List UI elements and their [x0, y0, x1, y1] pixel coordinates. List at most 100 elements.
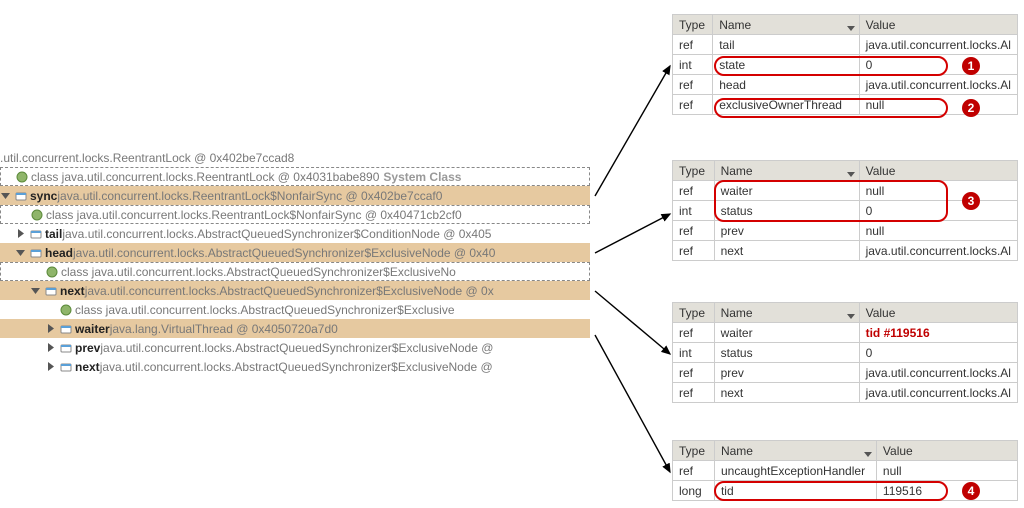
table-row[interactable]: refprevjava.util.concurrent.locks.Al: [673, 363, 1018, 383]
cell-value: java.util.concurrent.locks.Al: [859, 383, 1017, 403]
tree-node-detail: java.lang.VirtualThread @ 0x4050720a7d0: [110, 322, 338, 336]
field-icon: [29, 246, 42, 259]
cell-name: waiter: [714, 181, 859, 201]
cell-name: prev: [714, 221, 859, 241]
tree-node-name: prev: [75, 341, 100, 355]
cell-value: tid #119516: [859, 323, 1017, 343]
tree-node-name: sync: [30, 189, 57, 203]
cell-name: status: [714, 343, 859, 363]
cell-name: next: [714, 241, 859, 261]
tree-row[interactable]: prev java.util.concurrent.locks.Abstract…: [0, 338, 590, 357]
class-icon: [30, 208, 43, 221]
col-header-name[interactable]: Name: [714, 161, 859, 181]
cell-type: ref: [673, 181, 715, 201]
class-icon: [45, 265, 58, 278]
cell-name: uncaughtExceptionHandler: [714, 461, 876, 481]
sort-indicator-icon: [847, 21, 855, 35]
tree-node-detail: java.util.concurrent.locks.AbstractQueue…: [85, 284, 494, 298]
cell-value: java.util.concurrent.locks.Al: [859, 35, 1017, 55]
cell-type: int: [673, 201, 715, 221]
tree-twisty-icon[interactable]: [45, 361, 56, 372]
cell-name: exclusiveOwnerThread: [713, 95, 859, 115]
table-row[interactable]: intstatus0: [673, 343, 1018, 363]
tree-node-detail: class java.util.concurrent.locks.Abstrac…: [61, 265, 456, 279]
sort-indicator-icon: [847, 167, 855, 181]
col-header-type[interactable]: Type: [673, 161, 715, 181]
cell-value: 0: [859, 201, 1017, 221]
cell-value: 0: [859, 55, 1017, 75]
col-header-name[interactable]: Name: [713, 15, 859, 35]
tree-node-detail: java.util.concurrent.locks.AbstractQueue…: [73, 246, 495, 260]
tree-root-row[interactable]: .util.concurrent.locks.ReentrantLock @ 0…: [0, 148, 590, 167]
tree-row[interactable]: class java.util.concurrent.locks.Abstrac…: [0, 300, 590, 319]
col-header-type[interactable]: Type: [673, 15, 713, 35]
system-class-tag: System Class: [383, 170, 461, 184]
tree-node-detail: class java.util.concurrent.locks.Abstrac…: [75, 303, 455, 317]
tree-row[interactable]: head java.util.concurrent.locks.Abstract…: [0, 243, 590, 262]
tree-node-detail: java.util.concurrent.locks.AbstractQueue…: [100, 341, 493, 355]
annotation-badge-4: 4: [962, 482, 980, 500]
cell-type: ref: [673, 75, 713, 95]
field-icon: [59, 341, 72, 354]
tree-twisty-icon[interactable]: [0, 190, 11, 201]
field-icon: [59, 322, 72, 335]
cell-name: waiter: [714, 323, 859, 343]
cell-value: 0: [859, 343, 1017, 363]
tree-twisty-icon: [16, 209, 27, 220]
table-row[interactable]: refheadjava.util.concurrent.locks.Al: [673, 75, 1018, 95]
col-header-value[interactable]: Value: [859, 15, 1017, 35]
tree-node-detail: java.util.concurrent.locks.ReentrantLock…: [57, 189, 442, 203]
tree-twisty-icon[interactable]: [15, 228, 26, 239]
tree-row[interactable]: class java.util.concurrent.locks.Reentra…: [0, 205, 590, 224]
cell-name: status: [714, 201, 859, 221]
tree-twisty-icon: [1, 171, 12, 182]
cell-type: ref: [673, 221, 715, 241]
cell-name: state: [713, 55, 859, 75]
tree-row[interactable]: next java.util.concurrent.locks.Abstract…: [0, 357, 590, 376]
table-row[interactable]: refnextjava.util.concurrent.locks.Al: [673, 383, 1018, 403]
tree-row[interactable]: waiter java.lang.VirtualThread @ 0x40507…: [0, 319, 590, 338]
tree-twisty-icon[interactable]: [15, 247, 26, 258]
sort-indicator-icon: [847, 309, 855, 323]
tree-twisty-icon[interactable]: [30, 285, 41, 296]
table-row[interactable]: refprevnull: [673, 221, 1018, 241]
cell-value: java.util.concurrent.locks.Al: [859, 363, 1017, 383]
cell-type: int: [673, 343, 715, 363]
cell-value: java.util.concurrent.locks.Al: [859, 75, 1017, 95]
col-header-type[interactable]: Type: [673, 441, 715, 461]
cell-type: ref: [673, 95, 713, 115]
table-row[interactable]: refwaitertid #119516: [673, 323, 1018, 343]
cell-type: ref: [673, 35, 713, 55]
sort-indicator-icon: [864, 447, 872, 461]
col-header-value[interactable]: Value: [876, 441, 1017, 461]
tree-row[interactable]: class java.util.concurrent.locks.Abstrac…: [0, 262, 590, 281]
cell-name: tid: [714, 481, 876, 501]
tree-row[interactable]: class java.util.concurrent.locks.Reentra…: [0, 167, 590, 186]
col-header-value[interactable]: Value: [859, 303, 1017, 323]
col-header-type[interactable]: Type: [673, 303, 715, 323]
tree-root-label: .util.concurrent.locks.ReentrantLock @ 0…: [0, 151, 294, 165]
tree-row[interactable]: sync java.util.concurrent.locks.Reentran…: [0, 186, 590, 205]
cell-value: 119516: [876, 481, 1017, 501]
cell-name: next: [714, 383, 859, 403]
table-row[interactable]: reftailjava.util.concurrent.locks.Al: [673, 35, 1018, 55]
field-icon: [44, 284, 57, 297]
cell-name: tail: [713, 35, 859, 55]
class-icon: [15, 170, 28, 183]
col-header-name[interactable]: Name: [714, 303, 859, 323]
table-row[interactable]: refnextjava.util.concurrent.locks.Al: [673, 241, 1018, 261]
cell-type: ref: [673, 323, 715, 343]
tree-twisty-icon[interactable]: [45, 342, 56, 353]
tree-row[interactable]: tail java.util.concurrent.locks.Abstract…: [0, 224, 590, 243]
tree-node-name: next: [60, 284, 85, 298]
field-icon: [29, 227, 42, 240]
tree-node-detail: java.util.concurrent.locks.AbstractQueue…: [62, 227, 491, 241]
tree-twisty-icon[interactable]: [45, 323, 56, 334]
cell-name: head: [713, 75, 859, 95]
col-header-name[interactable]: Name: [714, 441, 876, 461]
annotation-badge-1: 1: [962, 57, 980, 75]
tree-row[interactable]: next java.util.concurrent.locks.Abstract…: [0, 281, 590, 300]
col-header-value[interactable]: Value: [859, 161, 1017, 181]
properties-table-3: TypeNameValuerefwaitertid #119516intstat…: [672, 302, 1018, 403]
table-row[interactable]: refuncaughtExceptionHandlernull: [673, 461, 1018, 481]
